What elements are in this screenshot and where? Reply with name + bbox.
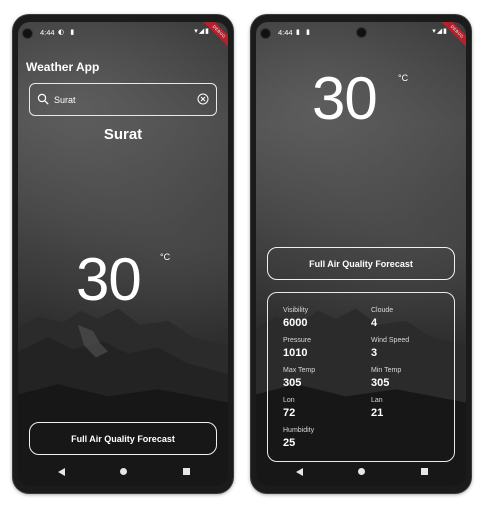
- front-camera: [261, 29, 270, 38]
- stat-value: 1010: [283, 347, 308, 359]
- navigation-bar: [256, 460, 466, 486]
- air-quality-forecast-button[interactable]: Full Air Quality Forecast: [267, 247, 455, 280]
- stat-label: Cloude: [371, 307, 394, 314]
- stat-wind-speed: Wind Speed 3: [371, 337, 409, 359]
- stat-label: Min Temp: [371, 367, 402, 374]
- stat-max-temp: Max Temp 305: [283, 367, 315, 389]
- status-bar: 4:44 ▮ ▮ ▾◢▮ DEBUG: [256, 22, 466, 52]
- search-icon: [37, 93, 49, 105]
- stat-label: Lan: [371, 397, 383, 404]
- recents-icon[interactable]: [183, 468, 190, 475]
- signal-icons: ▾◢▮: [194, 27, 210, 35]
- temperature-unit: °C: [398, 73, 409, 83]
- stat-label: Lon: [283, 397, 295, 404]
- search-input[interactable]: [54, 92, 194, 108]
- temperature-value: 30: [76, 246, 142, 313]
- stat-value: 4: [371, 317, 378, 329]
- stat-value: 3: [371, 347, 378, 359]
- status-time: 4:44: [40, 28, 55, 37]
- center-camera: [356, 28, 366, 37]
- stat-value: 305: [371, 377, 390, 389]
- notification-icons: ▮ ▮: [296, 28, 312, 36]
- search-box[interactable]: [29, 83, 217, 116]
- status-time: 4:44: [278, 28, 293, 37]
- stat-min-temp: Min Temp 305: [371, 367, 401, 389]
- weather-stats-card: Visibility 6000 Cloude 4 Pressure 1010 W…: [267, 292, 455, 462]
- notification-icons: ◐ ▮: [58, 28, 77, 36]
- stat-visibility: Visibility 6000: [283, 307, 308, 329]
- stat-label: Pressure: [283, 337, 312, 344]
- home-screen: 4:44 ◐ ▮ ▾◢▮ DEBUG Weather App Surat 30 …: [18, 22, 228, 486]
- phone-frame-right: 4:44 ▮ ▮ ▾◢▮ DEBUG 30 °C Full Air Qualit…: [251, 15, 471, 493]
- stat-pressure: Pressure 1010: [283, 337, 311, 359]
- details-screen: 4:44 ▮ ▮ ▾◢▮ DEBUG 30 °C Full Air Qualit…: [256, 22, 466, 486]
- stat-value: 72: [283, 407, 296, 419]
- temperature-unit: °C: [160, 252, 171, 262]
- home-icon[interactable]: [119, 468, 127, 475]
- recents-icon[interactable]: [421, 468, 428, 475]
- city-name: Surat: [103, 126, 143, 143]
- stat-label: Humbidity: [283, 427, 315, 434]
- temperature-display: 30 °C: [76, 250, 170, 310]
- navigation-bar: [18, 460, 228, 486]
- front-camera: [23, 29, 32, 38]
- signal-icons: ▾◢▮: [432, 27, 448, 35]
- stat-lan: Lan 21: [371, 397, 383, 419]
- stat-humbidity: Humbidity 25: [283, 427, 314, 449]
- back-icon[interactable]: [58, 468, 65, 476]
- stat-label: Max Temp: [283, 367, 316, 374]
- stat-value: 305: [283, 377, 302, 389]
- stat-label: Visibility: [283, 307, 309, 314]
- stat-value: 25: [283, 437, 296, 449]
- stat-value: 21: [371, 407, 384, 419]
- home-icon[interactable]: [357, 468, 365, 475]
- stat-value: 6000: [283, 317, 308, 329]
- stat-label: Wind Speed: [371, 337, 410, 344]
- back-icon[interactable]: [296, 468, 303, 476]
- phone-frame-left: 4:44 ◐ ▮ ▾◢▮ DEBUG Weather App Surat 30 …: [13, 15, 233, 493]
- temperature-display: 30 °C: [312, 69, 408, 129]
- stat-cloude: Cloude 4: [371, 307, 393, 329]
- app-title: Weather App: [26, 60, 100, 74]
- stat-lon: Lon 72: [283, 397, 295, 419]
- clear-icon[interactable]: [197, 93, 209, 105]
- status-bar: 4:44 ◐ ▮ ▾◢▮ DEBUG: [18, 22, 228, 52]
- temperature-value: 30: [312, 65, 378, 132]
- air-quality-forecast-button[interactable]: Full Air Quality Forecast: [29, 422, 217, 455]
